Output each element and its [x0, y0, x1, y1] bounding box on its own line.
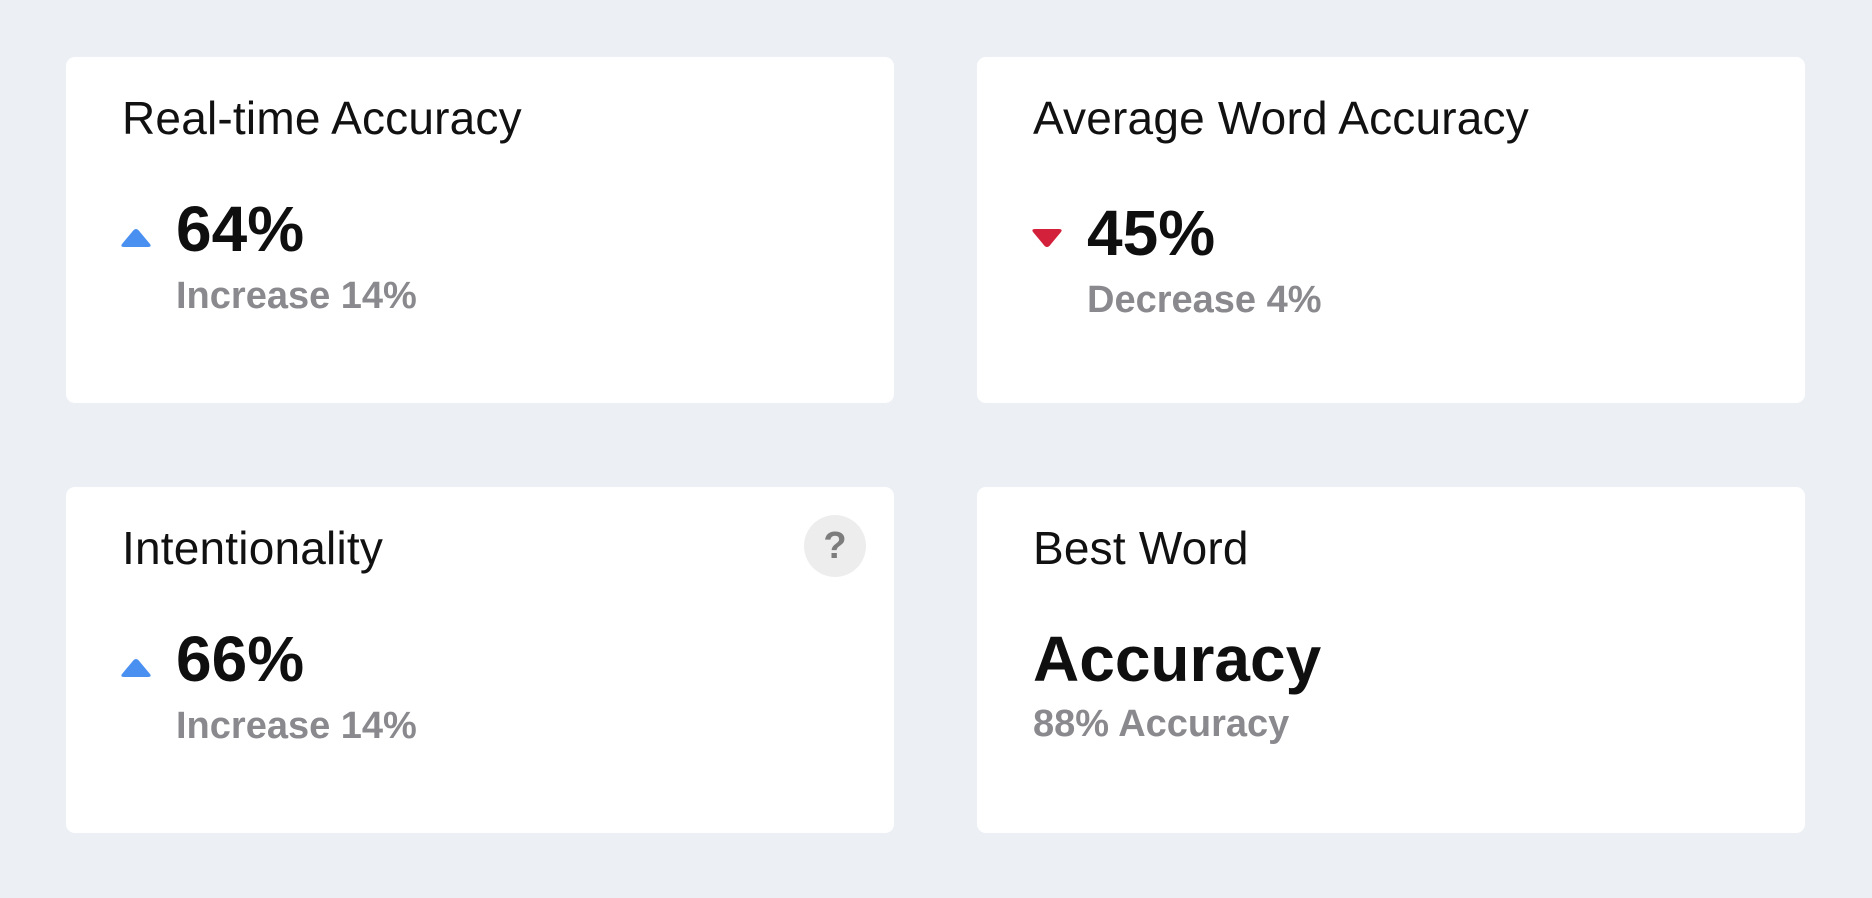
- help-button[interactable]: ?: [804, 515, 866, 577]
- metric-value: 64%: [176, 193, 305, 265]
- card-title: Best Word: [1033, 522, 1249, 574]
- average-word-accuracy-card: Average Word Accuracy 45% Decrease 4%: [977, 57, 1805, 403]
- metric-value: 45%: [1087, 197, 1216, 269]
- change-text: Increase 14%: [176, 275, 417, 317]
- intentionality-card: Intentionality ? 66% Increase 14%: [66, 487, 894, 833]
- triangle-down-icon: [1032, 229, 1062, 247]
- best-word-value: Accuracy: [1033, 623, 1322, 695]
- change-text: Decrease 4%: [1087, 279, 1322, 321]
- card-title: Real-time Accuracy: [122, 92, 522, 144]
- card-title: Average Word Accuracy: [1033, 92, 1529, 144]
- card-title: Intentionality: [122, 522, 384, 574]
- change-text: Increase 14%: [176, 705, 417, 747]
- metric-value: 66%: [176, 623, 305, 695]
- triangle-up-icon: [121, 229, 151, 247]
- best-word-detail: 88% Accuracy: [1033, 703, 1290, 745]
- best-word-card: Best Word Accuracy 88% Accuracy: [977, 487, 1805, 833]
- triangle-up-icon: [121, 659, 151, 677]
- realtime-accuracy-card: Real-time Accuracy 64% Increase 14%: [66, 57, 894, 403]
- question-mark-icon: ?: [823, 524, 847, 567]
